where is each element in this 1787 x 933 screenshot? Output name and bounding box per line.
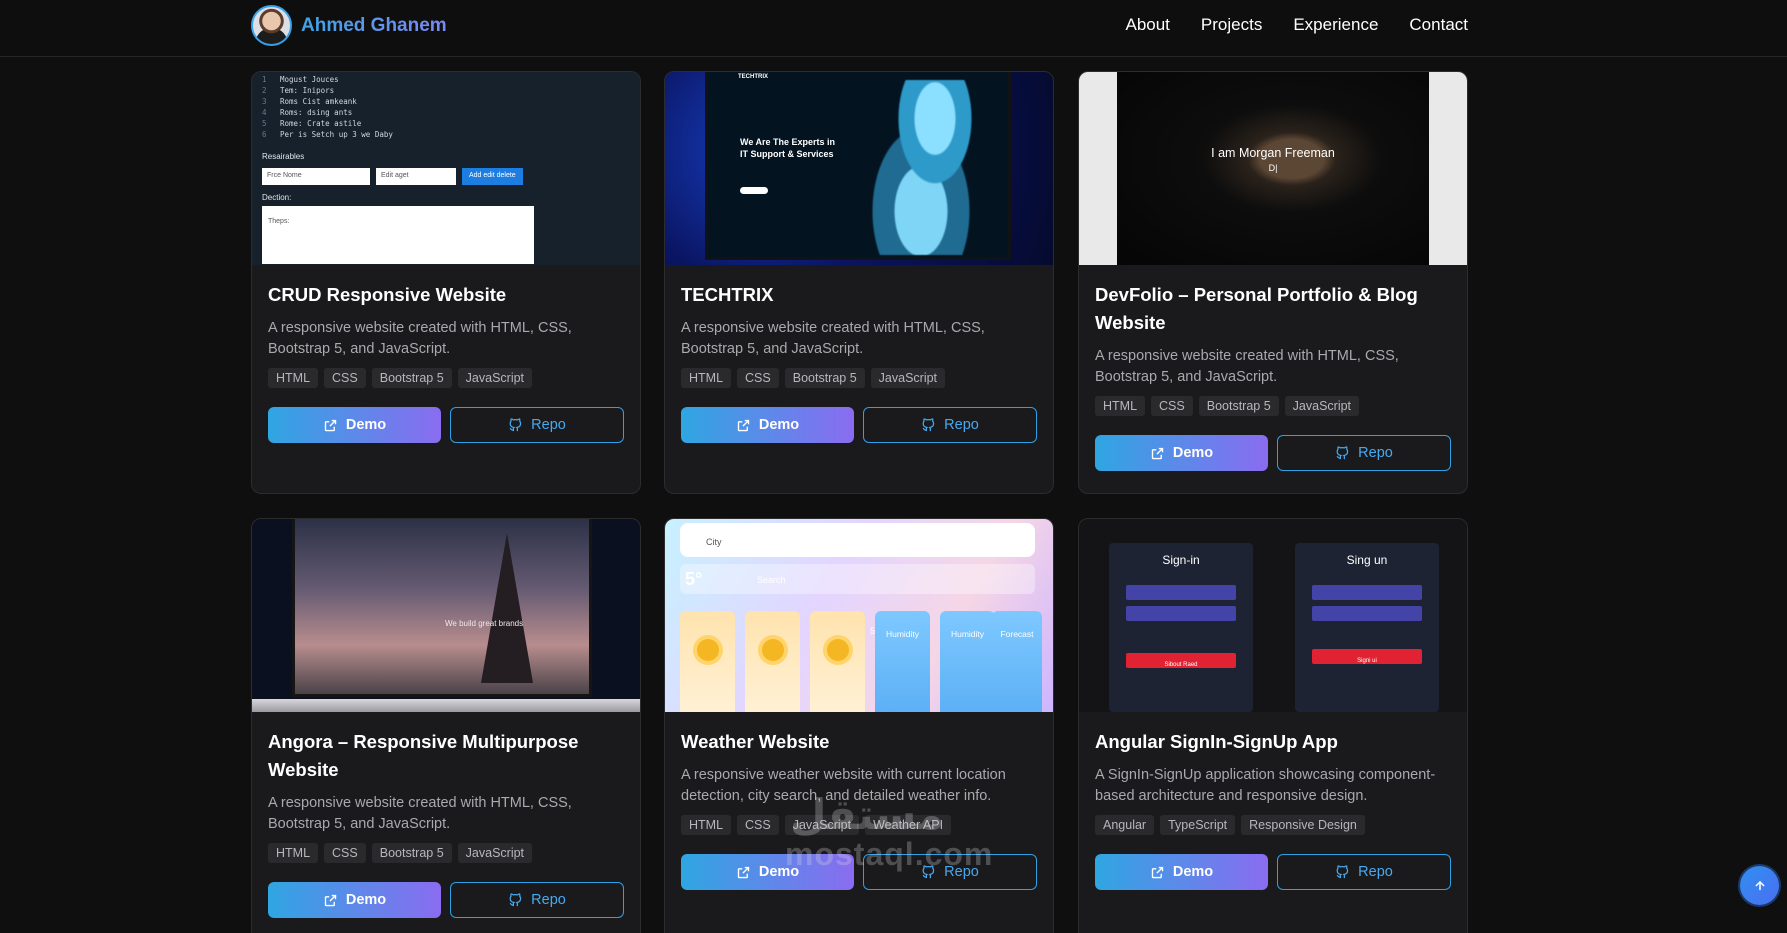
tag: Angular xyxy=(1095,815,1155,835)
nav-link-contact[interactable]: Contact xyxy=(1409,15,1468,35)
external-link-icon xyxy=(737,866,750,878)
external-link-icon xyxy=(737,419,750,431)
repo-button[interactable]: Repo xyxy=(450,407,624,443)
nav-link-about[interactable]: About xyxy=(1125,15,1169,35)
repo-button[interactable]: Repo xyxy=(1277,435,1451,471)
repo-button[interactable]: Repo xyxy=(863,407,1037,443)
project-thumbnail: TECHTRIX We Are The Experts in IT Support… xyxy=(665,72,1053,265)
top-navbar: Ahmed Ghanem About Projects Experience C… xyxy=(0,0,1787,57)
nav-links: About Projects Experience Contact xyxy=(1125,15,1468,35)
project-title: TECHTRIX xyxy=(681,284,774,305)
github-icon xyxy=(922,417,935,431)
project-thumbnail: 1 Mogust Jouces 2 Tem: Inipors 3 Roms Cist … xyxy=(252,72,640,265)
project-title: Angular SignIn-SignUp App xyxy=(1095,731,1338,752)
project-description: A responsive website created with HTML, … xyxy=(681,320,985,357)
external-link-icon xyxy=(324,894,337,906)
tag: HTML xyxy=(681,368,732,388)
tag: Bootstrap 5 xyxy=(1198,396,1279,416)
tag: CSS xyxy=(324,843,366,863)
tag: JavaScript xyxy=(457,368,533,388)
tag: JavaScript xyxy=(870,368,946,388)
project-card-crud: 1 Mogust Jouces 2 Tem: Inipors 3 Roms Cist … xyxy=(251,71,641,494)
project-thumbnail: City 5° Search 5 day Humidity Humidity F… xyxy=(665,519,1053,712)
arrow-up-icon xyxy=(1754,880,1765,890)
github-icon xyxy=(509,417,522,431)
project-description: A responsive website created with HTML, … xyxy=(268,320,572,357)
tag: HTML xyxy=(268,368,319,388)
tag-list: Angular TypeScript Responsive Design xyxy=(1095,815,1451,835)
tag: JavaScript xyxy=(1284,396,1360,416)
tag-list: HTML CSS Bootstrap 5 JavaScript xyxy=(1095,396,1451,416)
tag-list: HTML CSS Bootstrap 5 JavaScript xyxy=(268,843,624,863)
github-icon xyxy=(1336,864,1349,878)
tag: TypeScript xyxy=(1160,815,1236,835)
repo-button[interactable]: Repo xyxy=(450,882,624,918)
repo-button[interactable]: Repo xyxy=(1277,854,1451,890)
project-card-techtrix: TECHTRIX We Are The Experts in IT Support… xyxy=(664,71,1054,494)
avatar xyxy=(251,5,292,46)
tag: Bootstrap 5 xyxy=(371,368,452,388)
tag: CSS xyxy=(1151,396,1193,416)
project-thumbnail: Sign-in Sibout Raed Sing un Signi ui xyxy=(1079,519,1467,712)
nav-link-projects[interactable]: Projects xyxy=(1201,15,1262,35)
external-link-icon xyxy=(1151,866,1164,878)
project-thumbnail: We build great brands xyxy=(252,519,640,712)
nav-link-experience[interactable]: Experience xyxy=(1293,15,1378,35)
tag: CSS xyxy=(324,368,366,388)
project-description: A responsive website created with HTML, … xyxy=(268,795,572,832)
github-icon xyxy=(1336,445,1349,459)
demo-button[interactable]: Demo xyxy=(268,407,441,443)
demo-button[interactable]: Demo xyxy=(1095,854,1268,890)
tag-list: HTML CSS Bootstrap 5 JavaScript xyxy=(268,368,624,388)
tag-list: HTML CSS Bootstrap 5 JavaScript xyxy=(681,368,1037,388)
tag: CSS xyxy=(737,368,779,388)
project-title: Weather Website xyxy=(681,731,830,752)
project-description: A responsive website created with HTML, … xyxy=(1095,348,1399,385)
tag: Bootstrap 5 xyxy=(371,843,452,863)
demo-button[interactable]: Demo xyxy=(1095,435,1268,471)
brand-name: Ahmed Ghanem xyxy=(301,14,447,36)
tag: JavaScript xyxy=(457,843,533,863)
external-link-icon xyxy=(1151,447,1164,459)
project-title: Angora – Responsive Multipurpose Website xyxy=(268,731,579,780)
tag: HTML xyxy=(681,815,732,835)
demo-button[interactable]: Demo xyxy=(268,882,441,918)
project-title: CRUD Responsive Website xyxy=(268,284,507,305)
back-to-top-button[interactable] xyxy=(1740,866,1779,905)
external-link-icon xyxy=(324,419,337,431)
tag: HTML xyxy=(268,843,319,863)
tag: Responsive Design xyxy=(1241,815,1365,835)
tag: CSS xyxy=(737,815,779,835)
project-card-devfolio: I am Morgan Freeman D| DevFolio – Persona… xyxy=(1078,71,1468,494)
brand[interactable]: Ahmed Ghanem xyxy=(251,5,447,46)
tag: HTML xyxy=(1095,396,1146,416)
project-description: A SignIn-SignUp application showcasing c… xyxy=(1095,767,1436,804)
project-title: DevFolio – Personal Portfolio & Blog Web… xyxy=(1095,284,1418,333)
watermark: mostaql.com xyxy=(785,836,994,872)
project-card-angora: We build great brands Angora – Responsiv… xyxy=(251,518,641,933)
watermark-arabic: مستقل xyxy=(790,791,944,838)
tag: Bootstrap 5 xyxy=(784,368,865,388)
project-thumbnail: I am Morgan Freeman D| xyxy=(1079,72,1467,265)
github-icon xyxy=(509,892,522,906)
project-card-angular-signin: Sign-in Sibout Raed Sing un Signi ui Ang… xyxy=(1078,518,1468,933)
demo-button[interactable]: Demo xyxy=(681,407,854,443)
